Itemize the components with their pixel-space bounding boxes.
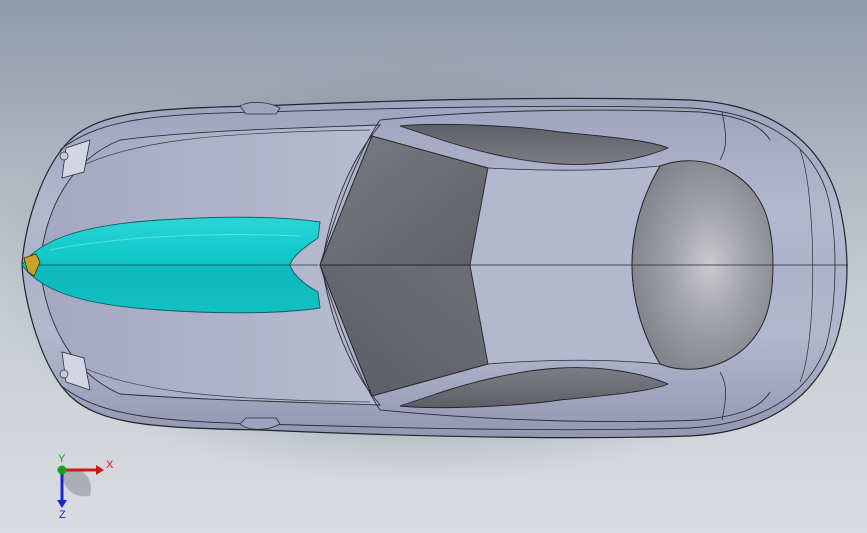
graphics-area[interactable]: X Y Z	[0, 0, 867, 533]
x-axis-arrow	[96, 465, 104, 475]
coordinate-triad[interactable]: X Y Z	[44, 448, 124, 528]
fog-light-top	[59, 151, 69, 161]
triad-shadow	[62, 469, 91, 497]
x-axis-label: X	[106, 459, 114, 471]
z-axis-label: Z	[59, 509, 66, 521]
car-model[interactable]	[0, 0, 867, 533]
y-axis-label: Y	[58, 453, 66, 465]
y-axis-end	[57, 465, 67, 475]
z-axis-arrow	[57, 500, 67, 508]
fog-light-bottom	[59, 369, 69, 379]
